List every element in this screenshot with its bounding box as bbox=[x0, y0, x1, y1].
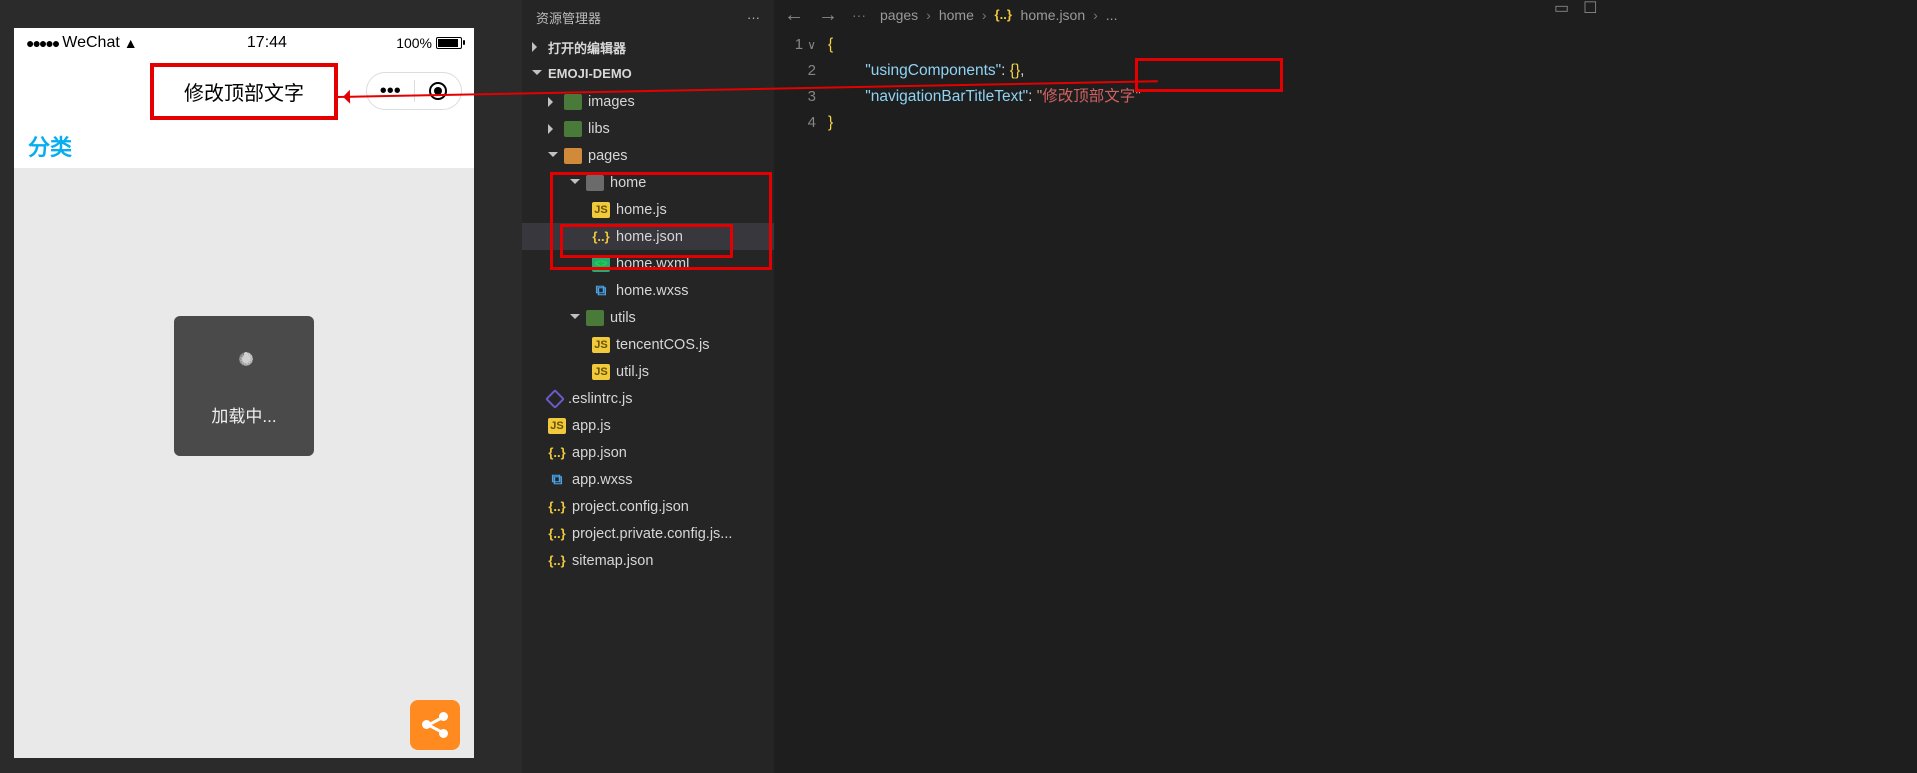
signal-icon: ●●●●● bbox=[26, 35, 58, 51]
file-sitemap[interactable]: {..}sitemap.json bbox=[522, 547, 774, 574]
file-eslintrc[interactable]: .eslintrc.js bbox=[522, 385, 774, 412]
battery-icon bbox=[436, 37, 462, 49]
crumb-pages[interactable]: pages bbox=[880, 7, 918, 23]
nav-back-icon[interactable]: ← bbox=[784, 4, 804, 27]
project-name: EMOJI-DEMO bbox=[548, 66, 632, 81]
code-editor[interactable]: ▭ ☐ ← → ··· pages › home › {..} home.jso… bbox=[774, 0, 1917, 773]
simulator-preview: ●●●●● WeChat ▲ 17:44 100% 修改顶部文字 ••• 分类 bbox=[14, 28, 474, 758]
explorer-more-icon[interactable]: ··· bbox=[747, 10, 760, 25]
chevron-right-icon bbox=[532, 42, 542, 52]
crumb-more[interactable]: ... bbox=[1106, 7, 1118, 23]
compare-icon[interactable]: ▭ bbox=[1554, 0, 1569, 18]
file-tree: images libs pages home JShome.js {..}hom… bbox=[522, 86, 774, 574]
loading-toast: 加载中... bbox=[174, 316, 314, 456]
line-gutter: 1 ∨ 2 3 4 bbox=[774, 32, 828, 136]
file-tencentcos[interactable]: JStencentCOS.js bbox=[522, 331, 774, 358]
nav-bar: 修改顶部文字 ••• bbox=[14, 58, 474, 124]
folder-pages[interactable]: pages bbox=[522, 142, 774, 169]
crumb-file[interactable]: home.json bbox=[1021, 7, 1086, 23]
nav-title: 修改顶部文字 bbox=[184, 77, 304, 106]
folder-libs[interactable]: libs bbox=[522, 115, 774, 142]
share-icon bbox=[422, 712, 448, 738]
status-time: 17:44 bbox=[138, 34, 397, 52]
file-app-wxss[interactable]: ⧉app.wxss bbox=[522, 466, 774, 493]
project-section[interactable]: EMOJI-DEMO bbox=[522, 60, 774, 86]
category-bar[interactable]: 分类 bbox=[14, 124, 474, 168]
bookmark-icon[interactable]: ☐ bbox=[1583, 0, 1597, 18]
spinner-icon bbox=[223, 346, 265, 388]
capsule-button[interactable]: ••• bbox=[366, 72, 462, 110]
status-bar: ●●●●● WeChat ▲ 17:44 100% bbox=[14, 28, 474, 58]
wifi-icon: ▲ bbox=[124, 35, 138, 51]
nav-title-highlight: 修改顶部文字 bbox=[150, 63, 338, 120]
breadcrumb-bar: ← → ··· pages › home › {..} home.json › … bbox=[774, 0, 1917, 30]
share-fab[interactable] bbox=[410, 700, 460, 750]
file-project-private[interactable]: {..}project.private.config.js... bbox=[522, 520, 774, 547]
chevron-down-icon bbox=[532, 70, 542, 80]
battery-pct: 100% bbox=[396, 35, 432, 51]
crumb-home[interactable]: home bbox=[939, 7, 974, 23]
annotation-box-value bbox=[1135, 58, 1283, 92]
explorer-title: 资源管理器 bbox=[536, 8, 601, 27]
file-app-js[interactable]: JSapp.js bbox=[522, 412, 774, 439]
nav-forward-icon[interactable]: → bbox=[818, 4, 838, 27]
file-util-js[interactable]: JSutil.js bbox=[522, 358, 774, 385]
file-project-config[interactable]: {..}project.config.json bbox=[522, 493, 774, 520]
open-editors-label: 打开的编辑器 bbox=[548, 38, 626, 57]
folder-utils[interactable]: utils bbox=[522, 304, 774, 331]
file-app-json[interactable]: {..}app.json bbox=[522, 439, 774, 466]
explorer-panel: 资源管理器 ··· 打开的编辑器 EMOJI-DEMO images libs … bbox=[522, 0, 774, 773]
explorer-header: 资源管理器 ··· bbox=[522, 0, 774, 34]
open-editors-section[interactable]: 打开的编辑器 bbox=[522, 34, 774, 60]
annotation-box-jsonfile bbox=[560, 224, 733, 258]
file-home-wxss[interactable]: ⧉home.wxss bbox=[522, 277, 774, 304]
capsule-close-icon[interactable] bbox=[415, 82, 462, 100]
carrier-label: WeChat bbox=[62, 34, 120, 52]
loading-text: 加载中... bbox=[211, 402, 276, 427]
json-icon: {..} bbox=[995, 7, 1013, 23]
category-label[interactable]: 分类 bbox=[28, 130, 72, 162]
title-text-value: 修改顶部文字 bbox=[1042, 88, 1135, 105]
capsule-menu-icon[interactable]: ••• bbox=[367, 80, 414, 103]
